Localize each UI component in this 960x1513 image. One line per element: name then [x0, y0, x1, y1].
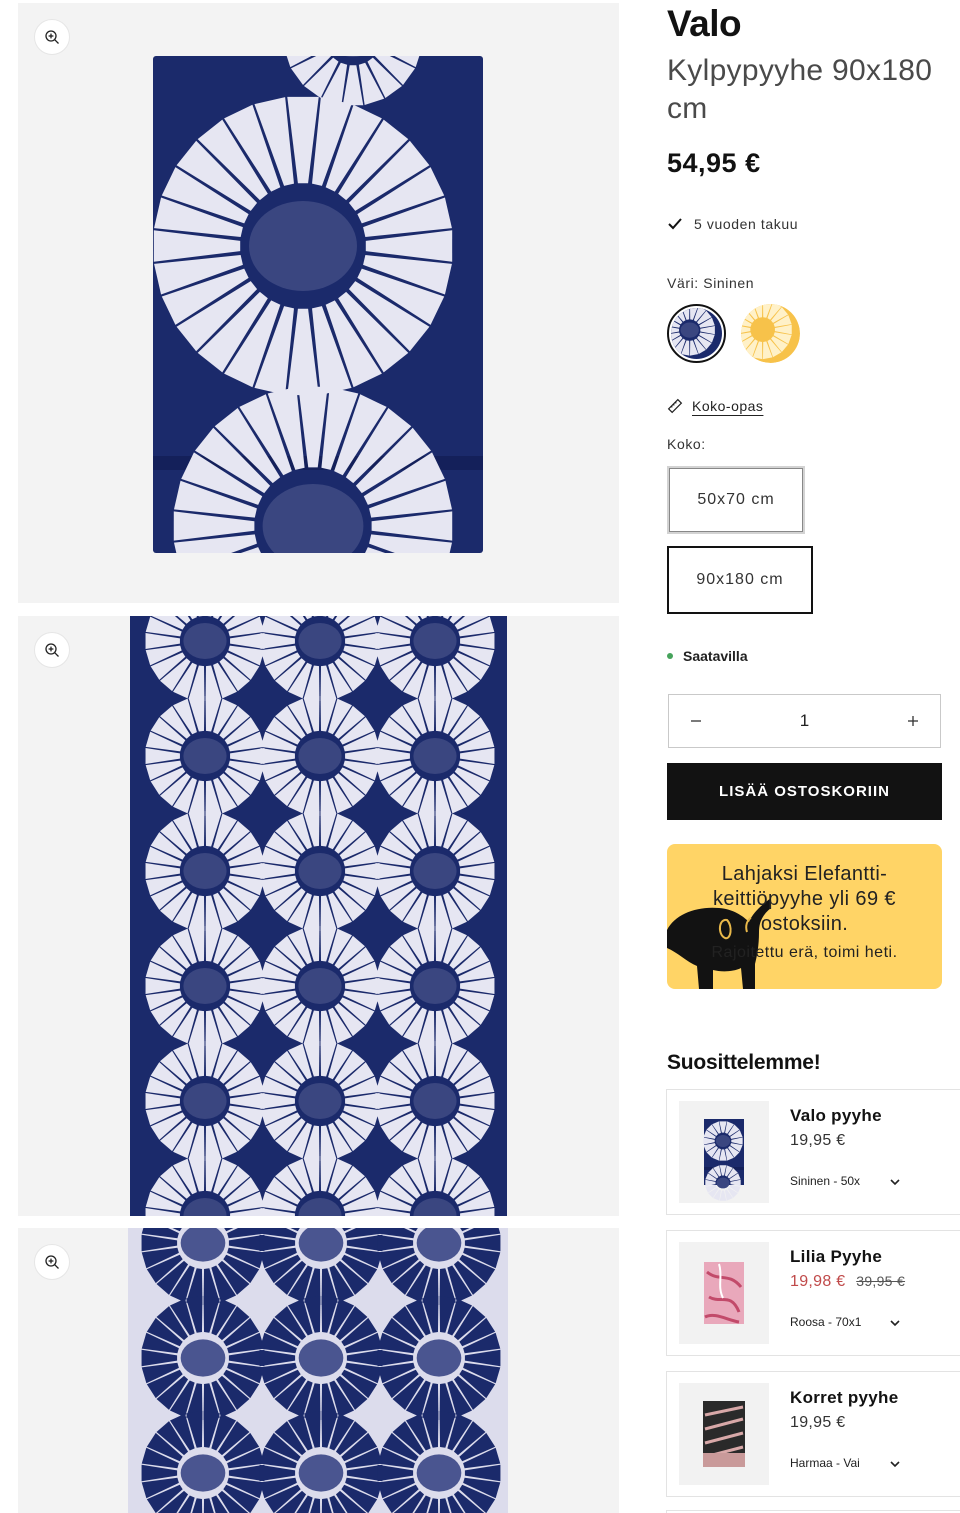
product-price: 54,95 € — [667, 148, 761, 178]
variant-select[interactable]: Roosa - 70x1 — [790, 1315, 880, 1331]
product-image-folded-towel[interactable] — [18, 3, 619, 603]
decrease-quantity-button[interactable] — [669, 695, 723, 747]
size-guide-link[interactable]: Koko-opas — [667, 398, 763, 414]
recommendations-heading: Suosittelemme! — [667, 1051, 821, 1074]
promo-subtitle: Rajoitettu erä, toimi heti. — [711, 944, 898, 961]
stock-text: Saatavilla — [683, 648, 748, 664]
size-guide-text[interactable]: Koko-opas — [692, 398, 763, 414]
zoom-button[interactable] — [34, 19, 70, 55]
variant-select[interactable]: Sininen - 50x — [790, 1174, 880, 1190]
recommendation-name[interactable]: Valo pyyhe — [790, 1106, 882, 1126]
add-to-cart-button[interactable]: LISÄÄ OSTOSKORIIN — [667, 763, 942, 820]
quantity-input[interactable]: 1 — [723, 711, 886, 731]
chevron-down-icon[interactable] — [888, 1316, 902, 1330]
zoom-button[interactable] — [34, 632, 70, 668]
warranty-text: 5 vuoden takuu — [694, 216, 799, 232]
product-image-flat-towel[interactable] — [18, 616, 619, 1216]
swatch-keltainen[interactable] — [741, 304, 800, 363]
size-option-90x180[interactable]: 90x180 cm — [667, 546, 813, 614]
quantity-stepper: 1 — [668, 694, 941, 748]
plus-icon — [908, 716, 918, 726]
recommendation-card[interactable]: Korret pyyhe 19,95 € Harmaa - Vai — [666, 1371, 960, 1497]
original-price: 39,95 € — [856, 1273, 906, 1289]
variant-select[interactable]: Harmaa - Vai — [790, 1456, 880, 1472]
size-option-50x70[interactable]: 50x70 cm — [667, 466, 805, 534]
zoom-in-icon — [45, 643, 59, 657]
product-brand-title: Valo — [667, 3, 742, 44]
chevron-down-icon[interactable] — [888, 1175, 902, 1189]
recommendation-name[interactable]: Lilia Pyyhe — [790, 1247, 882, 1267]
check-icon — [668, 218, 682, 230]
minus-icon — [691, 720, 701, 722]
chevron-down-icon[interactable] — [888, 1457, 902, 1471]
product-subtitle: Kylpypyyhe 90x180 cm — [667, 54, 933, 125]
zoom-button[interactable] — [34, 1244, 70, 1280]
regular-price: 19,95 € — [790, 1414, 846, 1431]
recommendation-price: 19,98 € 39,95 € — [790, 1273, 905, 1291]
product-thumbnail[interactable] — [679, 1383, 769, 1485]
recommendation-card[interactable]: Valo pyyhe 19,95 € Sininen - 50x — [666, 1089, 960, 1215]
promo-title: Lahjaksi Elefantti-keittiöpyyhe yli 69 €… — [713, 863, 896, 935]
zoom-in-icon — [45, 1255, 59, 1269]
gift-promo-banner[interactable]: Lahjaksi Elefantti-keittiöpyyhe yli 69 €… — [667, 844, 942, 989]
increase-quantity-button[interactable] — [886, 695, 940, 747]
recommendation-name[interactable]: Korret pyyhe — [790, 1388, 898, 1408]
recommendation-price: 19,95 € — [790, 1132, 845, 1150]
product-image-reverse-side[interactable] — [18, 1228, 619, 1513]
recommendation-price: 19,95 € — [790, 1414, 845, 1432]
ruler-icon — [667, 398, 683, 414]
stock-indicator-dot — [667, 653, 673, 659]
warranty-info: 5 vuoden takuu — [667, 216, 798, 232]
stock-status: Saatavilla — [667, 648, 748, 664]
color-label: Väri: Sininen — [667, 275, 755, 291]
swatch-sininen[interactable] — [667, 304, 726, 363]
regular-price: 19,95 € — [790, 1132, 846, 1149]
product-thumbnail[interactable] — [679, 1101, 769, 1203]
sale-price: 19,98 € — [790, 1273, 846, 1290]
zoom-in-icon — [45, 30, 59, 44]
size-label: Koko: — [667, 436, 706, 452]
recommendation-card[interactable]: Lilia Pyyhe 19,98 € 39,95 € Roosa - 70x1 — [666, 1230, 960, 1356]
product-thumbnail[interactable] — [679, 1242, 769, 1344]
